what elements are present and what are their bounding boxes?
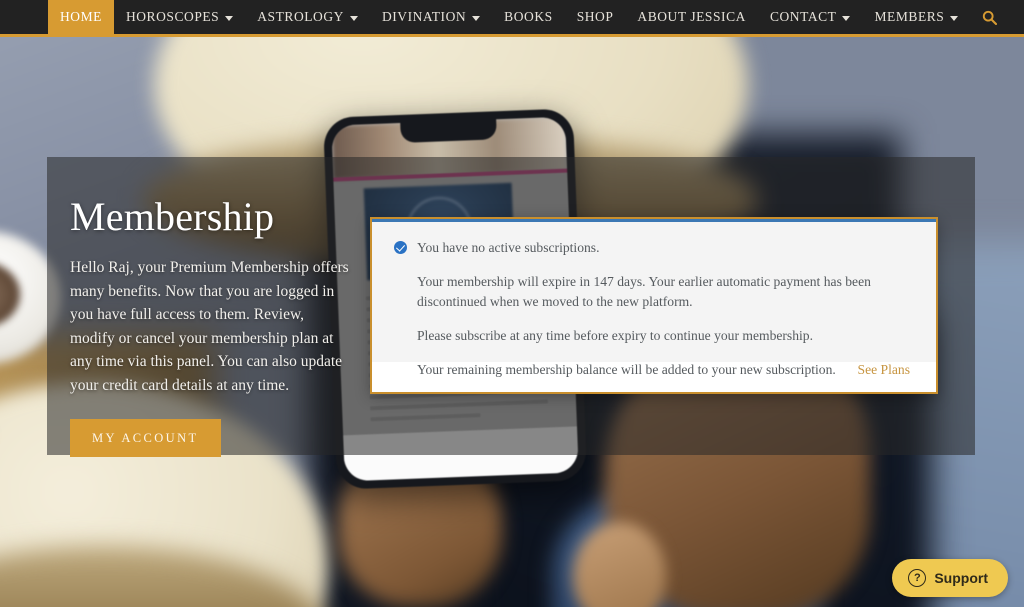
nav-item-home[interactable]: HOME [48, 0, 114, 34]
support-widget-label: Support [934, 570, 988, 586]
notice-status-text: You have no active subscriptions. [417, 240, 600, 255]
nav-item-label: CONTACT [769, 9, 837, 24]
nav-item-label: HOME [60, 9, 102, 24]
search-button[interactable] [970, 0, 1009, 34]
notice-paragraph-2: Please subscribe at any time before expi… [417, 327, 813, 343]
notice-status-row: You have no active subscriptions. [394, 238, 914, 257]
nav-item-shop[interactable]: SHOP [565, 0, 626, 34]
nav-accent-underline [0, 34, 1024, 37]
subscription-notice-card: You have no active subscriptions. Your m… [370, 217, 938, 394]
nav-item-label: DIVINATION [381, 9, 467, 24]
my-account-button[interactable]: MY ACCOUNT [70, 419, 221, 458]
nav-item-label: SHOP [576, 9, 614, 24]
chevron-down-icon [349, 15, 358, 21]
chevron-down-icon [472, 15, 481, 21]
nav-item-horoscopes[interactable]: HOROSCOPES [114, 0, 245, 34]
see-plans-link[interactable]: See Plans [858, 360, 910, 379]
main-navigation: HOME HOROSCOPES ASTROLOGY DIVINATION BOO… [0, 0, 1024, 34]
nav-item-members[interactable]: MEMBERS [862, 0, 970, 34]
nav-item-divination[interactable]: DIVINATION [370, 0, 492, 34]
membership-intro-text: Hello Raj, your Premium Membership offer… [70, 259, 349, 394]
page-root: HOME HOROSCOPES ASTROLOGY DIVINATION BOO… [0, 0, 1024, 607]
notice-paragraph-3-row: Your remaining membership balance will b… [394, 360, 914, 379]
nav-item-label: BOOKS [504, 9, 553, 24]
nav-item-about-jessica[interactable]: ABOUT JESSICA [625, 0, 758, 34]
membership-intro-column: Membership Hello Raj, your Premium Membe… [70, 194, 350, 458]
page-title: Membership [70, 194, 275, 239]
nav-item-label: MEMBERS [874, 9, 945, 24]
notice-body: You have no active subscriptions. Your m… [372, 222, 936, 377]
nav-left-spacer [0, 0, 48, 34]
support-widget-button[interactable]: ? Support [892, 559, 1008, 597]
nav-item-label: ABOUT JESSICA [637, 9, 746, 24]
nav-item-astrology[interactable]: ASTROLOGY [245, 0, 370, 34]
chevron-down-icon [950, 15, 959, 21]
notice-paragraph-3: Your remaining membership balance will b… [417, 362, 836, 378]
check-circle-icon [394, 241, 407, 254]
nav-item-contact[interactable]: CONTACT [758, 0, 863, 34]
nav-item-books[interactable]: BOOKS [492, 0, 565, 34]
chevron-down-icon [842, 15, 851, 21]
question-circle-icon: ? [908, 569, 927, 587]
notice-paragraph-1: Your membership will expire in 147 days.… [417, 274, 871, 309]
nav-item-label: HOROSCOPES [125, 9, 220, 24]
search-icon [983, 10, 998, 25]
nav-item-label: ASTROLOGY [257, 9, 344, 24]
chevron-down-icon [225, 15, 234, 21]
nav-items: HOME HOROSCOPES ASTROLOGY DIVINATION BOO… [48, 0, 1009, 34]
